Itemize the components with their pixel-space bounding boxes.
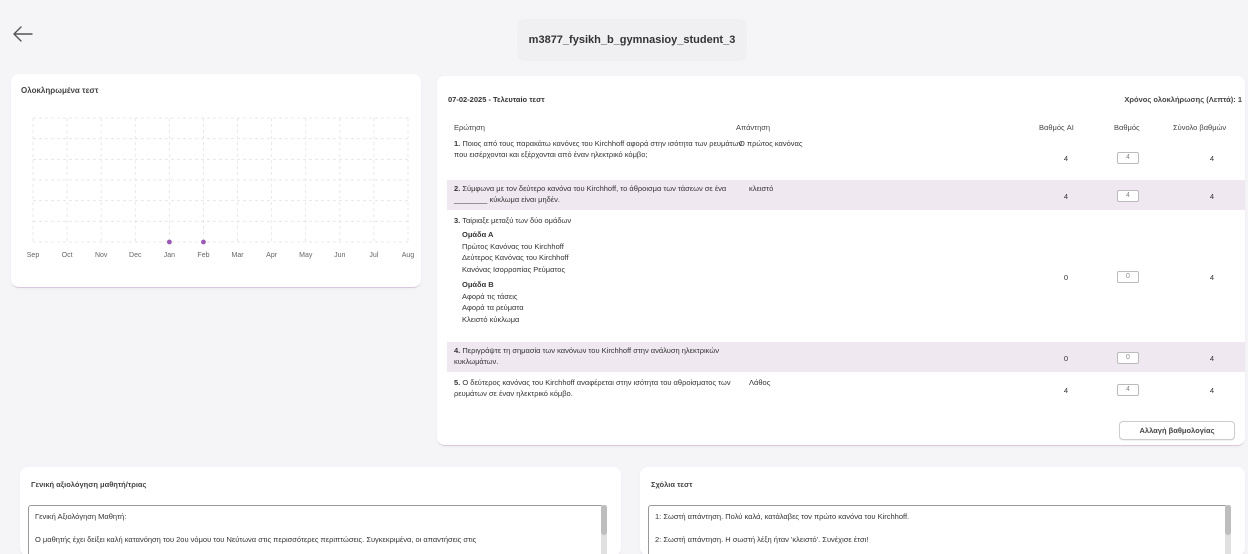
ai-grade: 0 (1063, 354, 1069, 363)
x-tick-label: May (299, 252, 313, 259)
question-row: 1. Ποιος από τους παρακάτω κανόνες του K… (447, 135, 1245, 180)
ai-grade: 4 (1063, 386, 1069, 395)
test-comments-textarea[interactable]: 1: Σωστή απάντηση. Πολύ καλά, κατάλαβες … (648, 505, 1231, 554)
question-row: 5. Ο δεύτερος κανόνας του Kirchhoff αναφ… (447, 374, 1245, 404)
completed-tests-chart: Sep Oct Nov Dec Jan Feb Mar Apr May Jun Jul Aug (27, 117, 415, 259)
data-point (201, 239, 206, 245)
x-tick-label: Jan (164, 252, 175, 259)
x-tick-label: Sep (27, 252, 40, 259)
group-b-list: Ομάδα Β Αφορά τις τάσεις Αφορά τα ρεύματ… (462, 280, 524, 324)
test-details-card: 07-02-2025 - Τελευταίο τεστ Χρόνος ολοκλ… (437, 76, 1245, 446)
answer-text: κλειστό (749, 184, 774, 193)
change-grading-button[interactable]: Αλλαγή βαθμολογίας (1119, 421, 1235, 440)
completed-tests-card: Ολοκληρωμένα τεστ Sep Oct Nov Dec Jan Feb Mar A… (11, 74, 421, 288)
x-tick-label: Aug (402, 252, 415, 259)
grade-input[interactable]: 4 (1117, 384, 1139, 396)
total-grade: 4 (1209, 273, 1215, 282)
question-row: 4. Περιγράψτε τη σημασία των κανόνων του… (447, 342, 1245, 372)
ai-grade: 0 (1063, 273, 1069, 282)
x-tick-label: Mar (232, 252, 245, 259)
x-tick-label: Feb (197, 252, 209, 259)
question-text: 1. Ποιος από τους παρακάτω κανόνες του K… (454, 139, 743, 159)
evaluation-heading: Γενική Αξιολόγηση Μαθητή: (35, 512, 127, 521)
grade-input[interactable]: 4 (1117, 152, 1139, 164)
test-comments-card: Σχόλια τεστ 1: Σωστή απάντηση. Πολύ καλά… (640, 467, 1245, 554)
question-row: 2. Σύμφωνα με τον δεύτερο κανόνα του Kir… (447, 180, 1245, 210)
header-total: Σύνολο βαθμών (1173, 123, 1227, 132)
data-point (166, 239, 172, 245)
comments-scrollbar[interactable] (1225, 505, 1231, 554)
group-a-list: Ομάδα Α Πρώτος Κανόνας του Kirchhoff Δεύ… (462, 230, 569, 274)
question-text: 4. Περιγράψτε τη σημασία των κανόνων του… (454, 346, 719, 366)
question-text: 5. Ο δεύτερος κανόνας του Kirchhoff αναφ… (454, 378, 731, 398)
question-row: 3. Ταίριαξε μεταξύ των δύο ομάδων Ομάδα … (447, 212, 1245, 342)
page-title: m3877_fysikh_b_gymnasioy_student_3 (517, 19, 747, 61)
evaluation-text: Ο μαθητής έχει δείξει καλή κατανόηση του… (35, 535, 477, 544)
general-evaluation-textarea[interactable]: Γενική Αξιολόγηση Μαθητή: Ο μαθητής έχει… (28, 505, 607, 554)
header-ai-grade: Βαθμός AI (1039, 123, 1074, 132)
x-tick-label: Dec (129, 252, 142, 259)
total-grade: 4 (1209, 192, 1215, 201)
test-comments-title: Σχόλια τεστ (651, 480, 693, 489)
total-grade: 4 (1209, 154, 1215, 163)
total-grade: 4 (1209, 386, 1215, 395)
general-evaluation-card: Γενική αξιολόγηση μαθητή/τριας Γενική Αξ… (20, 467, 621, 554)
test-date-label: 07-02-2025 - Τελευταίο τεστ (448, 95, 545, 104)
header-grade: Βαθμός (1114, 123, 1140, 132)
top-bar: m3877_fysikh_b_gymnasioy_student_3 (0, 10, 1248, 61)
ai-grade: 4 (1063, 192, 1069, 201)
x-tick-label: Oct (62, 252, 73, 259)
x-tick-label: Nov (95, 252, 108, 259)
question-text: 2. Σύμφωνα με τον δεύτερο κανόνα του Kir… (454, 184, 727, 204)
grade-input[interactable]: 4 (1117, 190, 1139, 202)
x-tick-label: Jul (369, 252, 378, 259)
grade-input[interactable]: 0 (1117, 352, 1139, 364)
general-evaluation-title: Γενική αξιολόγηση μαθητή/τριας (31, 480, 147, 489)
answer-text: Λάθος (749, 378, 771, 387)
x-tick-label: Apr (266, 252, 278, 259)
grade-input[interactable]: 0 (1117, 271, 1139, 283)
comment-line: 2: Σωστή απάντηση. Η σωστή λέξη ήταν 'κλ… (655, 535, 869, 544)
back-arrow-icon[interactable] (12, 24, 34, 44)
x-tick-label: Jun (334, 252, 345, 259)
ai-grade: 4 (1063, 154, 1069, 163)
total-grade: 4 (1209, 354, 1215, 363)
header-answer: Απάντηση (736, 123, 771, 132)
header-question: Ερώτηση (454, 123, 485, 132)
question-text: 3. Ταίριαξε μεταξύ των δύο ομάδων Ομάδα … (454, 215, 744, 325)
answer-text: Ο πρώτος κανόνας (739, 139, 803, 148)
completion-time-label: Χρόνος ολοκλήρωσης (Λεπτά): 1 (1124, 95, 1242, 104)
comment-line: 1: Σωστή απάντηση. Πολύ καλά, κατάλαβες … (655, 512, 910, 521)
evaluation-scrollbar[interactable] (601, 505, 607, 554)
